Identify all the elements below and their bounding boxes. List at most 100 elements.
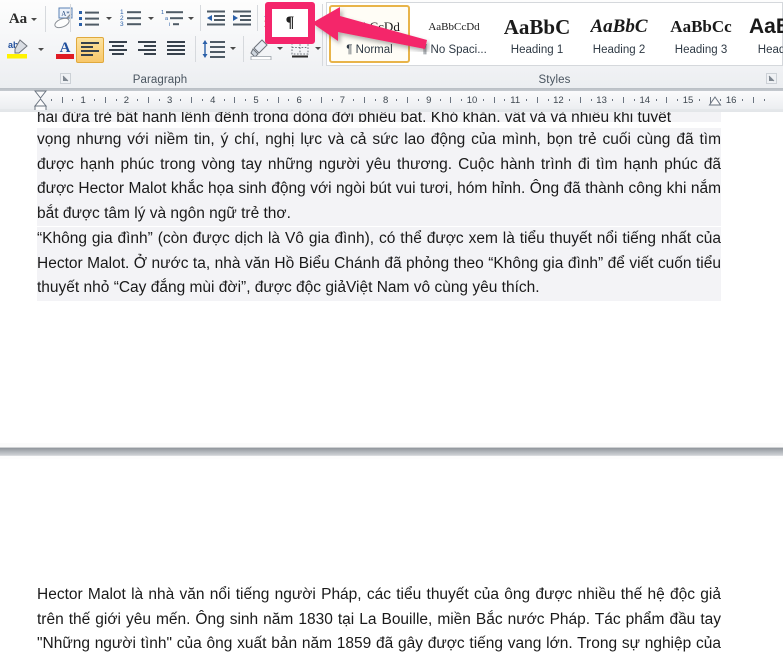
style-label: Heading 1 [510, 43, 564, 56]
ruler-tick [439, 99, 441, 101]
ruler-label-13: 13 [596, 95, 607, 106]
ruler-tick [148, 97, 149, 103]
ruler-label-6: 6 [296, 95, 302, 106]
document-canvas[interactable]: hai đứa trẻ bất hạnh lênh đênh trong dòn… [0, 112, 783, 655]
ruler-tick [623, 97, 625, 103]
bullets-button[interactable] [76, 7, 102, 29]
numbered-list-icon: 1 2 3 [120, 9, 141, 28]
multilevel-list-button[interactable]: 1 a i [160, 7, 186, 29]
ruler-label-2: 2 [123, 95, 130, 106]
justify-icon [167, 41, 185, 55]
ruler-tick [374, 99, 376, 101]
ruler-tick [418, 99, 419, 101]
bullets-dropdown[interactable] [104, 13, 114, 23]
ruler-tick [72, 99, 74, 101]
right-indent-marker[interactable] [708, 96, 722, 110]
ruler-tick [590, 99, 592, 101]
annotation-arrow-icon [312, 7, 427, 49]
ruler-tick [450, 97, 452, 103]
shading-dropdown[interactable] [275, 43, 285, 53]
ruler-tick [655, 99, 657, 101]
ruler-tick [158, 99, 160, 101]
ruler-tick [526, 99, 527, 101]
chevron-down-icon [31, 17, 38, 21]
shading-button[interactable] [248, 37, 274, 61]
pilcrow-icon: ¶ [285, 14, 295, 31]
shading-icon [250, 39, 272, 60]
chevron-down-icon [277, 46, 283, 50]
clipped-text-line: hai đứa trẻ bất hạnh lênh đênh trong dòn… [37, 112, 721, 122]
style-item-heading-4[interactable]: AaBbC Heading 4 [744, 5, 783, 63]
ruler-tick [396, 99, 398, 101]
style-item-heading-3[interactable]: AaBbCc Heading 3 [662, 5, 740, 63]
svg-text:3: 3 [120, 21, 124, 28]
ruler-tick [547, 99, 549, 101]
chevron-down-icon [106, 16, 112, 20]
align-center-icon [109, 41, 127, 55]
ruler-label-5: 5 [253, 95, 259, 106]
font-color-button[interactable]: A [52, 36, 78, 62]
style-item-heading-1[interactable]: AaBbC Heading 1 [498, 5, 576, 63]
ruler-label-10: 10 [466, 95, 478, 106]
multilevel-list-dropdown[interactable] [186, 13, 196, 23]
align-right-button[interactable] [134, 37, 160, 61]
increase-indent-button[interactable] [230, 7, 254, 29]
ruler-tick [482, 99, 484, 101]
ruler-tick [180, 99, 182, 101]
ruler-tick [536, 97, 538, 103]
ruler-tick [288, 99, 290, 101]
style-item-heading-2[interactable]: AaBbC Heading 2 [580, 5, 658, 63]
numbering-button[interactable]: 1 2 3 [118, 7, 144, 29]
document-page-1[interactable]: hai đứa trẻ bất hạnh lênh đênh trong dòn… [0, 112, 783, 443]
align-center-button[interactable] [105, 37, 131, 61]
ruler-tick [202, 99, 203, 101]
ruler-tick [115, 99, 117, 101]
paragraph-group-label: Paragraph [132, 74, 188, 86]
align-left-button[interactable] [76, 37, 104, 63]
ruler-label-15: 15 [682, 95, 694, 106]
ruler-label-9: 9 [426, 95, 432, 106]
paragraph-3[interactable]: Hector Malot là nhà văn nổi tiếng người … [37, 583, 721, 655]
clear-formatting-button[interactable]: A* [50, 5, 78, 33]
change-case-button[interactable]: Aa [6, 6, 40, 32]
decrease-indent-button[interactable] [204, 7, 228, 29]
svg-text:Z: Z [264, 20, 270, 29]
line-spacing-icon [202, 40, 225, 58]
line-spacing-button[interactable] [200, 37, 228, 61]
svg-text:A: A [264, 10, 271, 20]
text-highlight-color-dropdown[interactable] [36, 44, 46, 54]
chevron-down-icon [148, 16, 154, 20]
ruler-label-11: 11 [510, 95, 521, 106]
change-case-icon: Aa [8, 10, 28, 27]
bullet-list-icon [79, 11, 99, 26]
chevron-down-icon [38, 47, 44, 51]
text-highlight-color-button[interactable]: ab [4, 36, 34, 62]
ruler-tick [666, 97, 668, 103]
paragraph-2[interactable]: “Không gia đình” (còn được dịch là Vô gi… [37, 227, 721, 301]
ruler-label-8: 8 [382, 95, 389, 106]
ruler-label-7: 7 [339, 95, 346, 106]
style-label: Heading 4 [757, 43, 783, 56]
ruler-tick [320, 97, 322, 103]
ruler-label-4: 4 [210, 95, 216, 106]
first-line-indent-marker[interactable] [33, 90, 49, 110]
justify-button[interactable] [163, 37, 189, 61]
multilevel-list-icon: 1 a i [161, 10, 183, 28]
paragraph-1[interactable]: vọng nhưng với niềm tin, ý chí, nghị lực… [37, 128, 721, 227]
line-spacing-dropdown[interactable] [228, 43, 238, 53]
ruler-tick [234, 97, 236, 103]
document-page-2[interactable]: Hector Malot là nhà văn nổi tiếng người … [0, 459, 783, 655]
style-preview: AaBbCc [670, 16, 732, 36]
ruler-tick [634, 99, 635, 101]
ruler-tick [461, 99, 463, 101]
ribbon: Aa A* ab A 1 2 3 1 a i A Z ¶ Paragraph ¶… [0, 0, 783, 89]
numbering-dropdown[interactable] [146, 13, 156, 23]
ruler-tick [50, 99, 52, 101]
horizontal-ruler[interactable]: 1 2 3 4 5 6 7 8 9 10 11 12 13 14 15 16 [0, 88, 783, 113]
highlighter-icon: ab [7, 39, 28, 59]
ruler-tick [742, 99, 743, 101]
align-right-icon [138, 41, 156, 55]
ruler-label-1: 1 [80, 95, 86, 106]
ruler-tick [698, 99, 700, 101]
show-formatting-marks-button[interactable]: ¶ [272, 9, 308, 37]
